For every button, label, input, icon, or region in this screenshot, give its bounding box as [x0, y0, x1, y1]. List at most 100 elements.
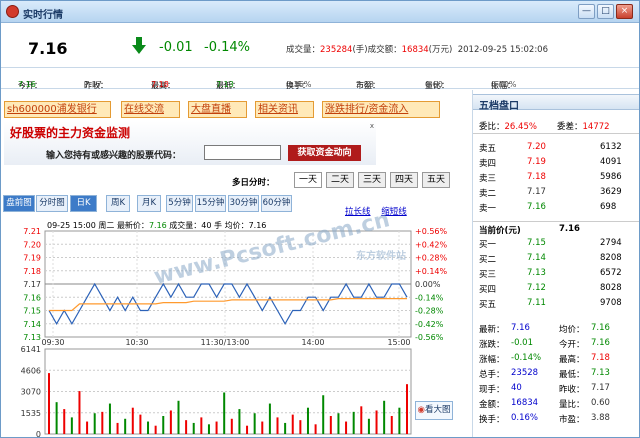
stat-label: 今开： [559, 340, 585, 350]
amount-label: 成交额： [367, 45, 402, 55]
day-option-5[interactable]: 五天 [422, 172, 450, 188]
ad-title: 好股票的主力资金监测 [10, 126, 131, 140]
stat-value: -0.14% [511, 353, 542, 363]
y-tick-label: 7.13 [23, 333, 41, 342]
chart-info-last-label: 最新价： [116, 221, 149, 230]
volume-plot-frame [44, 348, 412, 435]
minimize-button[interactable]: — [578, 4, 595, 19]
current-price-label: 当前价(元) [479, 226, 521, 236]
stat-volume-ratio-value: 0.60 [425, 80, 443, 89]
y-tick-label: 7.16 [23, 293, 41, 302]
day-option-2[interactable]: 二天 [326, 172, 354, 188]
level-label: 买二 [479, 255, 497, 265]
stat-label: 涨跌： [479, 340, 505, 350]
close-button[interactable]: × [616, 4, 633, 19]
chart-info-vol-value: 40 手 [201, 221, 223, 230]
tab-premarket[interactable]: 盘前图 [3, 195, 35, 212]
tab-5min[interactable]: 5分钟 [166, 195, 193, 212]
tab-monthly-k[interactable]: 月K [137, 195, 161, 212]
ad-close-icon[interactable]: x [368, 122, 376, 130]
stat-value: 7.16 [511, 323, 530, 333]
stat-value: 7.16 [591, 323, 610, 333]
window: 实时行情 — □ × 7.16 -0.01 -0.14% 成交量：235284(… [0, 0, 640, 438]
stat-turnover-value: 0.16% [286, 80, 312, 89]
shorten-line-link[interactable]: 缩短线 [381, 207, 407, 217]
stat-value: 0.16% [511, 413, 539, 423]
level-label: 卖一 [479, 204, 497, 214]
y-pct-tick-label: -0.42% [415, 320, 444, 329]
tab-15min[interactable]: 15分钟 [195, 195, 226, 212]
level-price: 7.18 [527, 172, 546, 182]
title-bar[interactable]: 实时行情 — □ × [1, 1, 639, 23]
ad-link-live[interactable]: 大盘直播 [188, 101, 247, 118]
zoom-chart-label: 看大图 [424, 405, 451, 415]
weibi-value: 26.45% [504, 122, 537, 132]
level-volume: 5986 [600, 172, 622, 182]
amount-value: 16834 [401, 45, 429, 55]
tab-30min[interactable]: 30分钟 [228, 195, 259, 212]
close-icon: × [620, 6, 629, 16]
get-fund-flow-button[interactable]: 获取资金动向 [288, 145, 361, 161]
level-volume: 6572 [600, 268, 622, 278]
day-option-4[interactable]: 四天 [390, 172, 418, 188]
tab-weekly-k[interactable]: 周K [106, 195, 130, 212]
stat-label: 最高： [559, 355, 585, 365]
level-price: 7.16 [527, 202, 546, 212]
y-pct-tick-label: +0.56% [415, 227, 448, 236]
stat-label: 市盈： [559, 415, 585, 425]
tab-intraday[interactable]: 分时图 [36, 195, 68, 212]
down-arrow-icon [132, 37, 146, 54]
zoom-chart-button[interactable]: ◉看大图 [415, 401, 453, 420]
y-tick-label: 7.21 [23, 227, 41, 236]
last-price: 7.16 [28, 39, 68, 58]
stat-value: -0.01 [511, 338, 533, 348]
stat-pe-value: 3.88 [356, 80, 374, 89]
chart-zoom-links: 拉长线 缩短线 [345, 205, 415, 217]
stock-code-input[interactable] [204, 145, 281, 160]
chart-info-vol-label: 成交量： [169, 221, 202, 230]
quote-header: 7.16 -0.01 -0.14% 成交量：235284(手)成交额：16834… [1, 24, 639, 68]
y-pct-tick-label: +0.14% [415, 267, 448, 276]
chart-info-avg-value: 7.16 [248, 221, 267, 230]
ad-link-chat[interactable]: 在线交流 [121, 101, 180, 118]
current-price-row: 当前价(元) 7.16 [473, 221, 639, 236]
level-label: 卖五 [479, 144, 497, 154]
y-pct-tick-label: -0.28% [415, 307, 444, 316]
ad-link-stock[interactable]: sh600000浦发银行 [4, 101, 111, 118]
y-pct-tick-label: +0.28% [415, 254, 448, 263]
amount-unit: (万元) [428, 45, 453, 55]
level-price: 7.14 [527, 253, 546, 263]
day-option-3[interactable]: 三天 [358, 172, 386, 188]
tab-daily-k[interactable]: 日K [70, 195, 97, 212]
level-volume: 698 [600, 202, 617, 212]
level-price: 7.19 [527, 157, 546, 167]
volume-tick-label: 4606 [21, 366, 41, 375]
ad-link-ranking[interactable]: 涨跌排行/资金流入 [322, 101, 440, 118]
order-book-stat-row: 现手： 40 昨收： 7.17 [473, 381, 639, 396]
bid-row: 买四 7.12 8028 [473, 281, 639, 296]
lengthen-line-link[interactable]: 拉长线 [345, 207, 371, 217]
ask-row: 卖五 7.20 6132 [473, 140, 639, 155]
day-option-1[interactable]: 一天 [294, 172, 322, 188]
ad-link-news[interactable]: 相关资讯 [255, 101, 314, 118]
bid-row: 买二 7.14 8208 [473, 251, 639, 266]
stat-label: 总手： [479, 370, 505, 380]
timestamp: 2012-09-25 15:02:06 [457, 45, 548, 55]
order-book-header: 五档盘口 [473, 94, 639, 112]
intraday-chart: 拉长线 缩短线 09-25 15:00 周二 最新价：7.16 成交量：40 手… [1, 207, 471, 437]
weicha-value: 14772 [582, 122, 610, 132]
current-price-value: 7.16 [559, 224, 580, 234]
weicha-label: 委差： [557, 122, 583, 132]
maximize-button[interactable]: □ [597, 4, 614, 19]
volume-tick-label: 3070 [21, 388, 41, 397]
y-pct-tick-label: 0.00% [415, 280, 441, 289]
weibi-label: 委比： [479, 122, 505, 132]
stat-label: 现手： [479, 385, 505, 395]
y-tick-label: 7.19 [23, 254, 41, 263]
level-label: 卖二 [479, 189, 497, 199]
chart-info: 09-25 15:00 周二 最新价：7.16 成交量：40 手 均价：7.16 [47, 220, 266, 231]
level-price: 7.12 [527, 283, 546, 293]
tab-60min[interactable]: 60分钟 [261, 195, 292, 212]
y-tick-label: 7.14 [23, 320, 41, 329]
x-tick-label: 10:30 [125, 338, 148, 347]
